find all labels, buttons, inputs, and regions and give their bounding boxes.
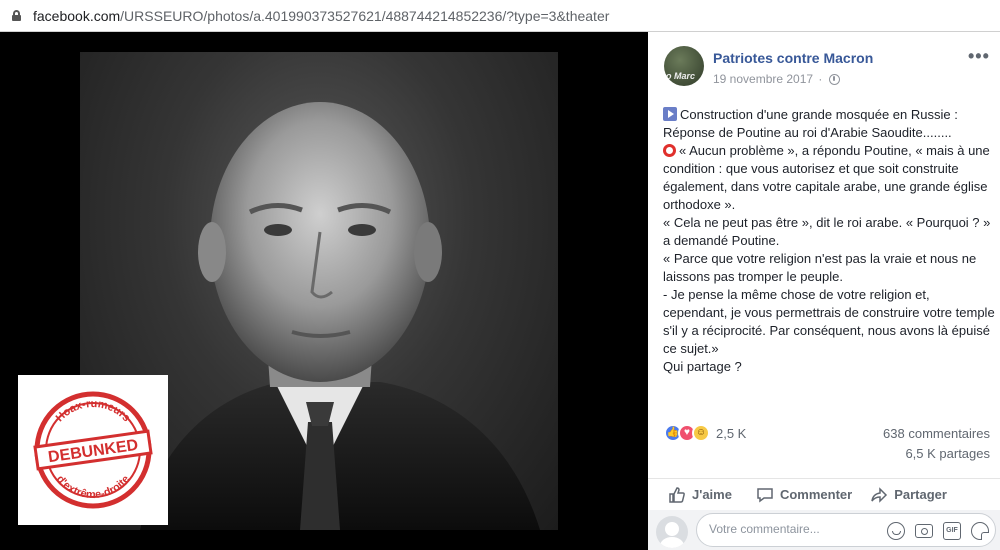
post-text: Construction d'une grande mosquée en Rus…	[663, 106, 996, 376]
reaction-count: 2,5 K	[716, 425, 747, 441]
share-button[interactable]: Partager	[870, 486, 947, 504]
user-avatar	[656, 516, 688, 548]
post-date[interactable]: 19 novembre 2017	[713, 72, 813, 86]
post-paragraph-4: « Parce que votre religion n'est pas la …	[663, 251, 977, 284]
lock-icon	[12, 10, 21, 21]
post-paragraph-6: Qui partage ?	[663, 359, 742, 374]
avatar-text: o Marc	[666, 71, 696, 81]
post-paragraph-1: Construction d'une grande mosquée en Rus…	[663, 107, 958, 140]
shares-count-link[interactable]: 6,5 K partages	[905, 446, 990, 461]
post-paragraph-2: « Aucun problème », a répondu Poutine, «…	[663, 143, 990, 212]
sticker-icon[interactable]	[971, 522, 989, 540]
post-paragraph-3: « Cela ne peut pas être », dit le roi ar…	[663, 215, 991, 248]
url-text[interactable]: facebook.com/URSSEURO/photos/a.401990373…	[33, 8, 609, 24]
reactions-summary[interactable]: 👍 ♥ ☺ 2,5 K	[664, 424, 746, 442]
comment-bubble-icon	[757, 487, 773, 502]
url-path: /URSSEURO/photos/a.401990373527621/48874…	[120, 7, 610, 24]
haha-reaction-icon: ☺	[692, 424, 710, 442]
post-panel: o Marc Patriotes contre Macron 19 novemb…	[648, 32, 1000, 550]
like-button[interactable]: J'aime	[668, 486, 732, 504]
comment-input[interactable]	[709, 522, 869, 536]
comment-composer: GIF	[648, 510, 1000, 550]
comments-count-link[interactable]: 638 commentaires	[883, 426, 990, 441]
red-circle-emoji-icon	[663, 144, 676, 157]
play-button-emoji-icon	[663, 107, 677, 121]
gif-icon[interactable]: GIF	[943, 522, 961, 540]
photo-theater: Hoax-rumeurs d'extrême-droite DEBUNKED	[0, 32, 648, 550]
more-options-button[interactable]: •••	[968, 46, 990, 67]
share-label: Partager	[894, 487, 947, 502]
address-bar[interactable]: facebook.com/URSSEURO/photos/a.401990373…	[0, 0, 1000, 32]
page-name-link[interactable]: Patriotes contre Macron	[713, 50, 873, 66]
post-meta: 19 novembre 2017 ·	[713, 72, 841, 86]
comment-label: Commenter	[779, 487, 853, 502]
comment-button[interactable]: Commenter	[756, 486, 852, 504]
share-arrow-icon	[871, 486, 888, 503]
debunked-stamp: Hoax-rumeurs d'extrême-droite DEBUNKED	[18, 375, 168, 525]
camera-icon[interactable]	[915, 524, 933, 538]
comment-input-wrapper[interactable]: GIF	[696, 513, 996, 547]
emoji-icon[interactable]	[887, 522, 905, 540]
thumbs-up-icon	[669, 486, 685, 503]
url-domain: facebook.com	[33, 7, 121, 24]
post-actions-bar: J'aime Commenter Partager	[648, 478, 1000, 510]
post-paragraph-5: - Je pense la même chose de votre religi…	[663, 287, 995, 356]
like-label: J'aime	[692, 487, 732, 502]
page-avatar[interactable]: o Marc	[664, 46, 704, 86]
globe-icon[interactable]	[829, 73, 841, 85]
